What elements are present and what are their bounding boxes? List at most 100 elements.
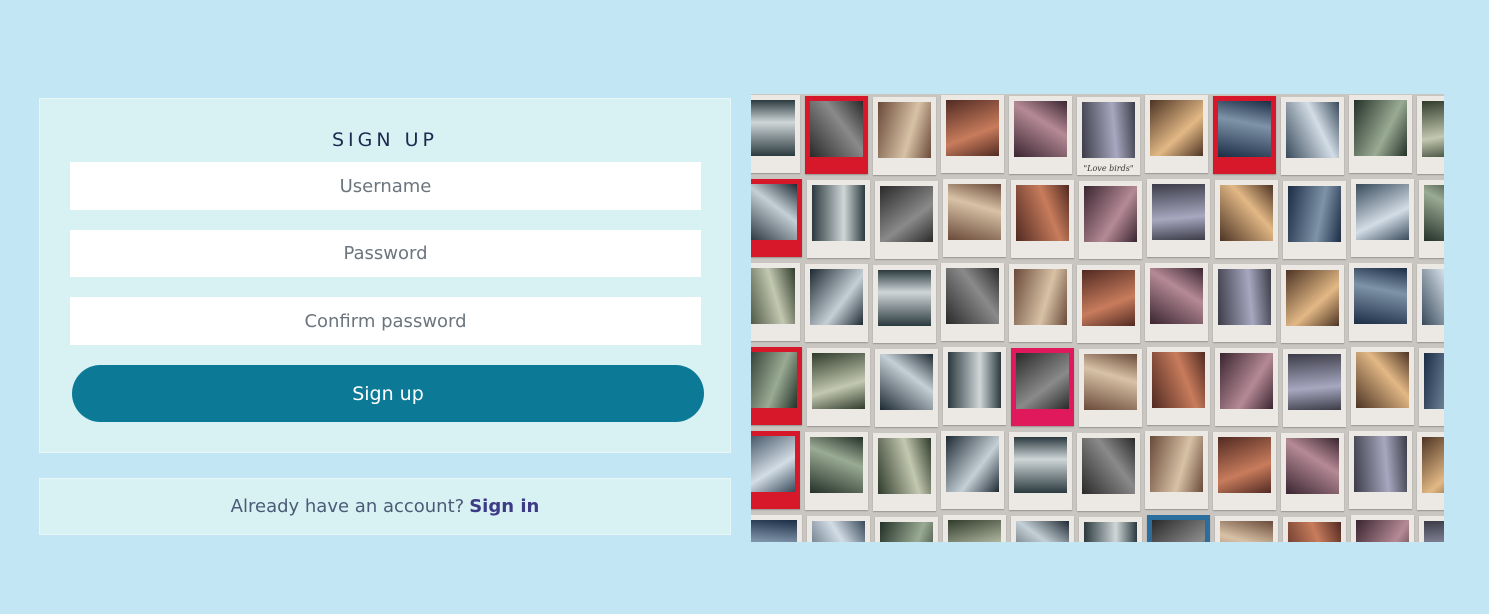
polaroid-image xyxy=(812,353,865,409)
polaroid-photo xyxy=(875,517,938,542)
polaroid-image xyxy=(751,436,795,492)
polaroid-image xyxy=(1220,185,1273,241)
polaroid-image xyxy=(751,352,797,408)
polaroid-image xyxy=(1152,184,1205,240)
polaroid-photo xyxy=(943,347,1006,425)
polaroid-image xyxy=(1286,270,1339,326)
polaroid-image xyxy=(1356,520,1409,542)
polaroid-photo xyxy=(1213,432,1276,510)
polaroid-image xyxy=(810,269,863,325)
polaroid-photo xyxy=(1215,180,1278,258)
polaroid-image xyxy=(810,101,863,157)
polaroid-photo xyxy=(875,349,938,427)
polaroid-photo xyxy=(1417,264,1444,342)
polaroid-photo xyxy=(1077,265,1140,343)
polaroid-photo-wall: "Love birds" xyxy=(751,94,1444,542)
polaroid-image xyxy=(1082,438,1135,494)
polaroid-image xyxy=(948,352,1001,408)
polaroid-photo xyxy=(1011,516,1074,542)
polaroid-photo xyxy=(1147,347,1210,425)
polaroid-image xyxy=(946,100,999,156)
polaroid-photo xyxy=(943,179,1006,257)
polaroid-photo xyxy=(807,516,870,542)
polaroid-photo xyxy=(751,431,800,509)
polaroid-photo xyxy=(1077,433,1140,511)
sign-up-button[interactable]: Sign up xyxy=(72,365,704,422)
polaroid-image xyxy=(1150,268,1203,324)
polaroid-photo xyxy=(751,95,800,173)
polaroid-image xyxy=(1218,437,1271,493)
polaroid-photo: "Love birds" xyxy=(1077,97,1140,175)
sign-in-link[interactable]: Sign in xyxy=(469,496,539,517)
polaroid-photo xyxy=(1215,516,1278,542)
polaroid-image xyxy=(1218,269,1271,325)
polaroid-image xyxy=(878,438,931,494)
polaroid-image xyxy=(1288,354,1341,410)
polaroid-image xyxy=(1422,269,1444,325)
polaroid-image xyxy=(878,102,931,158)
signup-form: SIGN UP Sign up xyxy=(39,98,731,453)
polaroid-photo xyxy=(751,263,800,341)
confirm-password-input[interactable] xyxy=(70,297,701,345)
polaroid-image xyxy=(1014,101,1067,157)
polaroid-photo xyxy=(943,515,1006,542)
polaroid-image xyxy=(1356,352,1409,408)
polaroid-photo xyxy=(1281,97,1344,175)
polaroid-photo xyxy=(1147,179,1210,257)
polaroid-caption: "Love birds" xyxy=(1083,164,1134,173)
polaroid-photo xyxy=(1283,349,1346,427)
polaroid-image xyxy=(946,268,999,324)
polaroid-image xyxy=(1288,522,1341,542)
polaroid-image xyxy=(880,354,933,410)
polaroid-image xyxy=(1016,185,1069,241)
polaroid-image xyxy=(1220,353,1273,409)
polaroid-image xyxy=(948,520,1001,542)
polaroid-photo xyxy=(873,433,936,511)
polaroid-image xyxy=(1218,101,1271,157)
polaroid-photo xyxy=(875,181,938,259)
polaroid-image xyxy=(1424,185,1444,241)
polaroid-photo xyxy=(1283,517,1346,542)
polaroid-image xyxy=(751,184,797,240)
polaroid-photo xyxy=(751,515,802,542)
polaroid-image xyxy=(1286,102,1339,158)
polaroid-photo xyxy=(805,264,868,342)
polaroid-photo xyxy=(1351,179,1414,257)
polaroid-photo xyxy=(873,265,936,343)
signin-prompt-card: Already have an account? Sign in xyxy=(39,478,731,535)
polaroid-photo xyxy=(1145,263,1208,341)
polaroid-photo xyxy=(941,263,1004,341)
polaroid-image xyxy=(878,270,931,326)
polaroid-photo xyxy=(1145,431,1208,509)
polaroid-image xyxy=(1424,353,1444,409)
polaroid-photo xyxy=(1213,96,1276,174)
polaroid-photo xyxy=(873,97,936,175)
polaroid-image xyxy=(1084,522,1137,542)
polaroid-photo xyxy=(1009,96,1072,174)
polaroid-photo xyxy=(1417,432,1444,510)
polaroid-image xyxy=(751,520,797,542)
polaroid-photo xyxy=(751,179,802,257)
polaroid-photo xyxy=(751,347,802,425)
polaroid-image xyxy=(1082,102,1135,158)
polaroid-photo xyxy=(807,348,870,426)
polaroid-photo xyxy=(1079,181,1142,259)
polaroid-photo xyxy=(1349,263,1412,341)
password-input[interactable] xyxy=(70,230,701,277)
polaroid-photo xyxy=(1351,515,1414,542)
polaroid-photo xyxy=(1011,348,1074,426)
polaroid-photo xyxy=(1147,515,1210,542)
polaroid-image xyxy=(1422,101,1444,157)
polaroid-photo xyxy=(807,180,870,258)
polaroid-photo xyxy=(1215,348,1278,426)
polaroid-photo xyxy=(1417,96,1444,174)
polaroid-image xyxy=(1354,436,1407,492)
polaroid-photo xyxy=(1281,265,1344,343)
polaroid-image xyxy=(1150,100,1203,156)
polaroid-image xyxy=(751,100,795,156)
polaroid-image xyxy=(812,185,865,241)
signup-title: SIGN UP xyxy=(331,129,438,151)
polaroid-image xyxy=(1354,100,1407,156)
signin-prompt-text: Already have an account? xyxy=(230,496,465,517)
username-input[interactable] xyxy=(70,162,701,210)
